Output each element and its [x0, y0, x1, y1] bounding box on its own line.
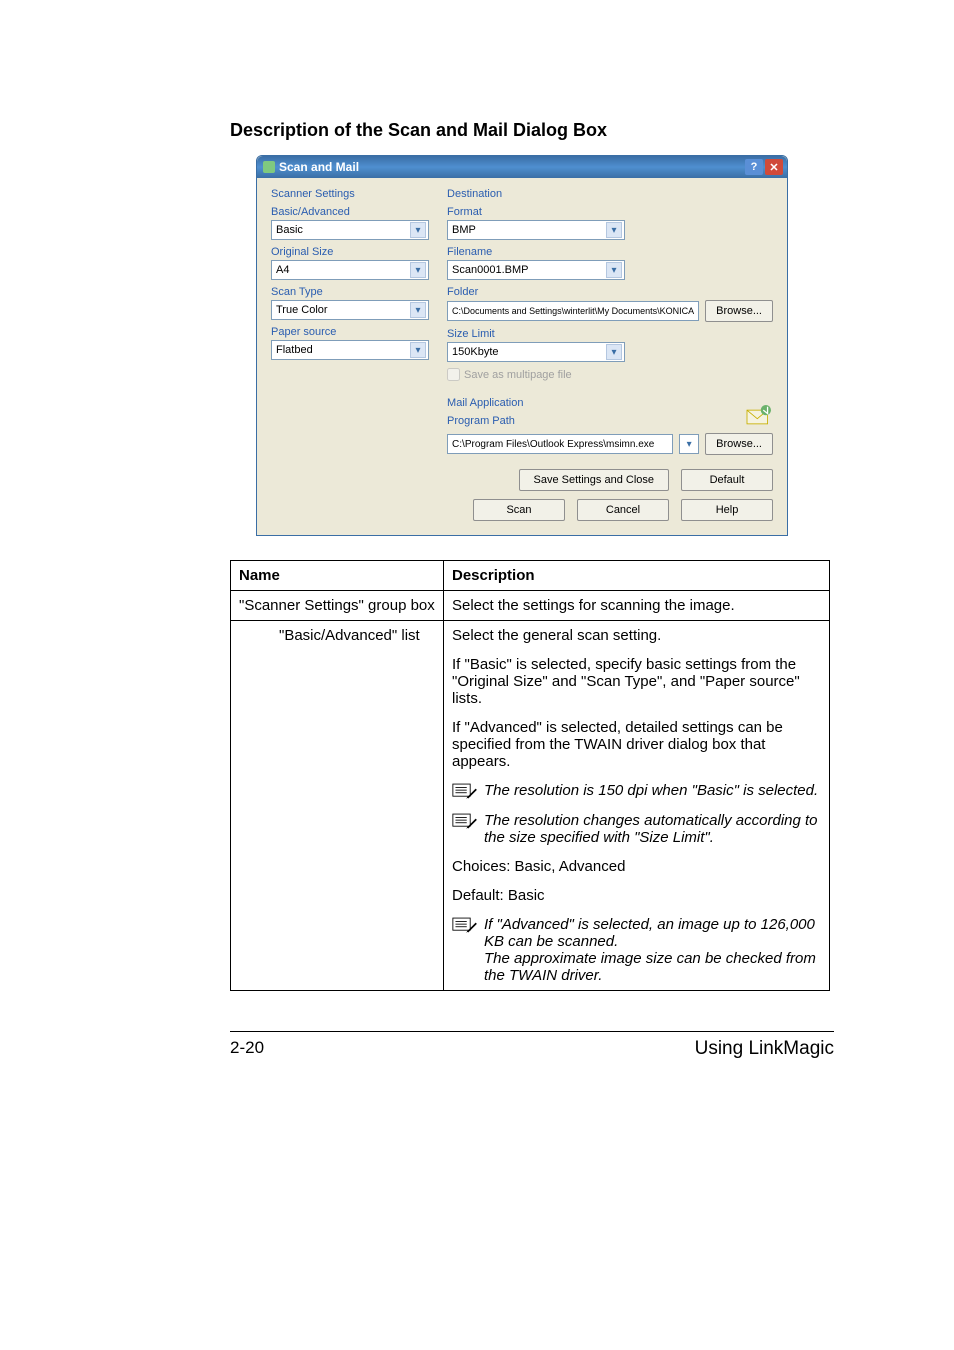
desc-text: If "Basic" is selected, specify basic se…	[452, 656, 821, 707]
folder-label: Folder	[447, 286, 773, 298]
table-header-name: Name	[231, 561, 444, 591]
desc-text: Choices: Basic, Advanced	[452, 858, 821, 875]
size-limit-value: 150Kbyte	[452, 346, 498, 358]
filename-select[interactable]: Scan0001.BMP ▾	[447, 260, 625, 280]
save-multipage-checkbox	[447, 368, 460, 381]
basic-advanced-label: Basic/Advanced	[271, 206, 429, 218]
chevron-down-icon: ▾	[410, 342, 426, 358]
page-number: 2-20	[230, 1038, 264, 1060]
paper-source-value: Flatbed	[276, 344, 313, 356]
format-value: BMP	[452, 224, 476, 236]
note-text: The resolution is 150 dpi when "Basic" i…	[484, 782, 818, 799]
table-row-desc: Select the settings for scanning the ima…	[444, 591, 830, 621]
table-row-desc: Select the general scan setting. If "Bas…	[444, 621, 830, 991]
desc-text: Select the general scan setting.	[452, 627, 821, 644]
table-row-name: "Scanner Settings" group box	[231, 591, 444, 621]
basic-advanced-value: Basic	[276, 224, 303, 236]
paper-source-label: Paper source	[271, 326, 429, 338]
desc-text: If "Advanced" is selected, detailed sett…	[452, 719, 821, 770]
chevron-down-icon: ▾	[606, 344, 622, 360]
desc-text: Default: Basic	[452, 887, 821, 904]
table-indent-cell	[231, 621, 272, 991]
titlebar-close-button[interactable]: ✕	[765, 159, 783, 175]
table-row-name: "Basic/Advanced" list	[271, 621, 444, 991]
page-footer: 2-20 Using LinkMagic	[230, 1031, 834, 1060]
mail-app-group: Mail Application	[447, 397, 523, 409]
cancel-button[interactable]: Cancel	[577, 499, 669, 521]
scanner-settings-group: Scanner Settings	[271, 188, 429, 200]
section-title: Using LinkMagic	[695, 1038, 834, 1060]
scan-and-mail-dialog: Scan and Mail ? ✕ Scanner Settings Basic…	[256, 155, 788, 536]
note-text: If "Advanced" is selected, an image up t…	[484, 916, 821, 984]
titlebar: Scan and Mail ? ✕	[257, 156, 787, 178]
app-icon	[263, 161, 275, 173]
browse-program-button[interactable]: Browse...	[705, 433, 773, 455]
titlebar-help-button[interactable]: ?	[745, 159, 763, 175]
note-text: The resolution changes automatically acc…	[484, 812, 821, 846]
paper-source-select[interactable]: Flatbed ▾	[271, 340, 429, 360]
chevron-down-icon: ▾	[410, 262, 426, 278]
basic-advanced-select[interactable]: Basic ▾	[271, 220, 429, 240]
description-table: Name Description "Scanner Settings" grou…	[230, 560, 830, 991]
original-size-value: A4	[276, 264, 289, 276]
note-icon	[452, 916, 478, 934]
program-path-label: Program Path	[447, 415, 523, 427]
mail-icon	[745, 405, 773, 429]
note-icon	[452, 812, 478, 830]
program-path-dropdown[interactable]: ▾	[679, 434, 699, 454]
original-size-label: Original Size	[271, 246, 429, 258]
dialog-title: Scan and Mail	[279, 160, 359, 174]
chevron-down-icon: ▾	[606, 222, 622, 238]
chevron-down-icon: ▾	[410, 222, 426, 238]
filename-label: Filename	[447, 246, 773, 258]
save-settings-close-button[interactable]: Save Settings and Close	[519, 469, 669, 491]
scan-type-value: True Color	[276, 304, 328, 316]
folder-path-field[interactable]: C:\Documents and Settings\winterlit\My D…	[447, 301, 699, 321]
chevron-down-icon: ▾	[682, 437, 696, 451]
scan-type-label: Scan Type	[271, 286, 429, 298]
help-button[interactable]: Help	[681, 499, 773, 521]
size-limit-label: Size Limit	[447, 328, 773, 340]
browse-folder-button[interactable]: Browse...	[705, 300, 773, 322]
chevron-down-icon: ▾	[410, 302, 426, 318]
original-size-select[interactable]: A4 ▾	[271, 260, 429, 280]
destination-group: Destination	[447, 188, 773, 200]
section-heading: Description of the Scan and Mail Dialog …	[230, 120, 834, 141]
note-icon	[452, 782, 478, 800]
format-select[interactable]: BMP ▾	[447, 220, 625, 240]
filename-value: Scan0001.BMP	[452, 264, 528, 276]
table-header-desc: Description	[444, 561, 830, 591]
size-limit-select[interactable]: 150Kbyte ▾	[447, 342, 625, 362]
chevron-down-icon: ▾	[606, 262, 622, 278]
scan-button[interactable]: Scan	[473, 499, 565, 521]
program-path-field[interactable]: C:\Program Files\Outlook Express\msimn.e…	[447, 434, 673, 454]
default-button[interactable]: Default	[681, 469, 773, 491]
save-multipage-label: Save as multipage file	[464, 369, 572, 381]
format-label: Format	[447, 206, 773, 218]
scan-type-select[interactable]: True Color ▾	[271, 300, 429, 320]
